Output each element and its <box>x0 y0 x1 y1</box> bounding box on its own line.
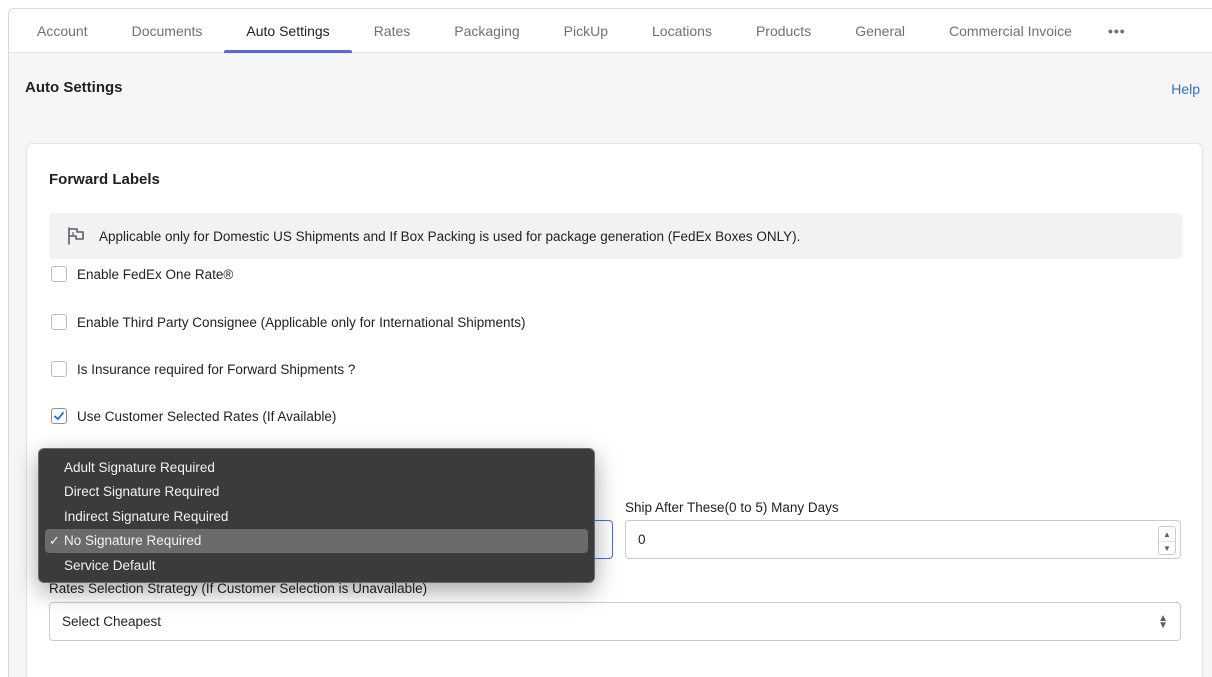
customer-rates-checkbox[interactable] <box>51 408 67 424</box>
check-icon: ✓ <box>49 532 60 548</box>
insurance-checkbox[interactable] <box>51 361 67 377</box>
customer-rates-checkbox-row[interactable]: Use Customer Selected Rates (If Availabl… <box>51 408 336 424</box>
option-adult-signature[interactable]: Adult Signature Required <box>45 455 588 480</box>
ship-after-label: Ship After These(0 to 5) Many Days <box>625 500 839 515</box>
info-banner: Applicable only for Domestic US Shipment… <box>49 213 1182 259</box>
tab-label: Commercial Invoice <box>949 22 1072 39</box>
option-direct-signature[interactable]: Direct Signature Required <box>45 480 588 505</box>
tab-label: Rates <box>373 22 411 39</box>
option-label: Direct Signature Required <box>64 484 220 500</box>
tab-label: PickUp <box>563 22 609 39</box>
tab-label: General <box>855 22 906 39</box>
card-title: Forward Labels <box>49 171 160 188</box>
tab-products[interactable]: Products <box>734 9 833 52</box>
option-label: No Signature Required <box>64 533 202 549</box>
tab-label: Locations <box>652 22 712 39</box>
tab-documents[interactable]: Documents <box>110 9 225 52</box>
third-party-consignee-checkbox-row[interactable]: Enable Third Party Consignee (Applicable… <box>51 314 526 330</box>
checkbox-label: Enable Third Party Consignee (Applicable… <box>77 314 526 330</box>
tab-general[interactable]: General <box>833 9 927 52</box>
checkmark-icon <box>54 412 64 420</box>
option-indirect-signature[interactable]: Indirect Signature Required <box>45 504 588 529</box>
tab-label: Account <box>37 22 88 39</box>
tab-pickup[interactable]: PickUp <box>542 9 630 52</box>
tab-label: Products <box>755 22 812 39</box>
insurance-checkbox-row[interactable]: Is Insurance required for Forward Shipme… <box>51 361 355 377</box>
third-party-consignee-checkbox[interactable] <box>51 314 67 330</box>
more-tabs-button[interactable]: ••• <box>1094 9 1140 52</box>
tab-locations[interactable]: Locations <box>630 9 734 52</box>
rates-strategy-value: Select Cheapest <box>62 614 162 629</box>
checkbox-label: Is Insurance required for Forward Shipme… <box>77 361 356 377</box>
forward-labels-card: Forward Labels Applicable only for Domes… <box>26 143 1203 677</box>
option-label: Adult Signature Required <box>64 459 215 475</box>
checkbox-label: Use Customer Selected Rates (If Availabl… <box>77 408 337 424</box>
days-stepper: ▲ ▼ <box>1158 526 1176 555</box>
decrement-button[interactable]: ▼ <box>1159 541 1175 555</box>
option-label: Indirect Signature Required <box>64 508 229 524</box>
page-title: Auto Settings <box>25 79 123 96</box>
option-no-signature[interactable]: ✓ No Signature Required <box>45 528 588 553</box>
checkbox-label: Enable FedEx One Rate® <box>77 266 234 282</box>
flag-icon <box>65 225 87 247</box>
tab-label: Auto Settings <box>246 22 330 39</box>
banner-text: Applicable only for Domestic US Shipment… <box>99 228 801 244</box>
tab-packaging[interactable]: Packaging <box>432 9 541 52</box>
rates-strategy-label: Rates Selection Strategy (If Customer Se… <box>49 581 428 596</box>
tab-auto-settings[interactable]: Auto Settings <box>224 9 352 53</box>
increment-button[interactable]: ▲ <box>1159 527 1175 541</box>
option-label: Service Default <box>64 557 156 573</box>
settings-tabs: Account Documents Auto Settings Rates Pa… <box>9 9 1212 53</box>
option-service-default[interactable]: Service Default <box>45 553 588 578</box>
tab-label: Documents <box>131 22 203 39</box>
tab-rates[interactable]: Rates <box>352 9 433 52</box>
signature-options-dropdown: Adult Signature Required Direct Signatur… <box>38 448 595 583</box>
select-arrows-icon: ▲ ▼ <box>1158 612 1168 631</box>
ship-after-value: 0 <box>638 532 646 547</box>
tab-label: Packaging <box>454 22 520 39</box>
tab-commercial-invoice[interactable]: Commercial Invoice <box>927 9 1094 52</box>
tab-account[interactable]: Account <box>15 9 110 52</box>
ship-after-days-input[interactable]: 0 ▲ ▼ <box>625 520 1181 559</box>
one-rate-checkbox[interactable] <box>51 266 67 282</box>
one-rate-checkbox-row[interactable]: Enable FedEx One Rate® <box>51 266 233 282</box>
help-link[interactable]: Help <box>1171 81 1200 97</box>
rates-strategy-select[interactable]: Select Cheapest ▲ ▼ <box>49 602 1181 641</box>
